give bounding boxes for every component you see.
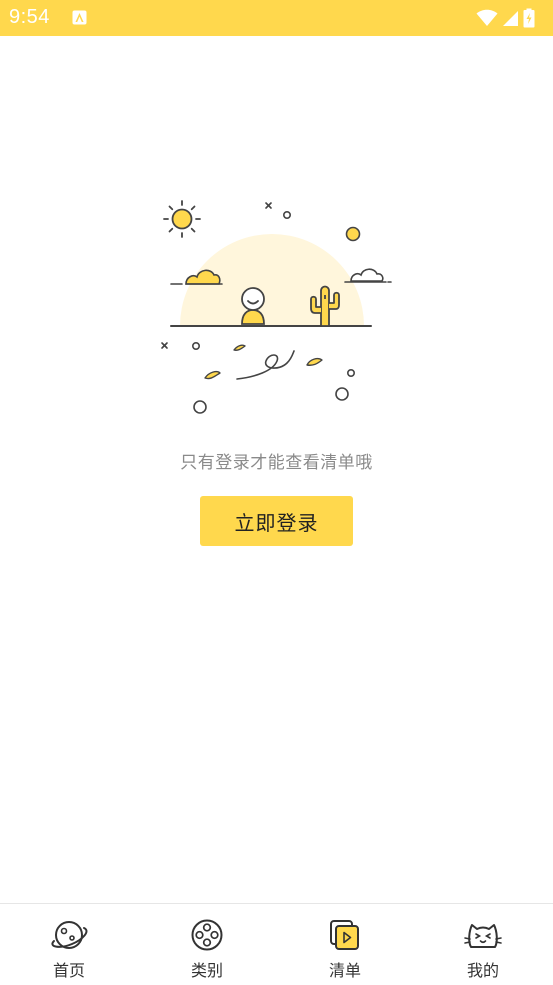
status-icons [476, 8, 535, 28]
leaves [204, 344, 323, 380]
film-reel-icon [191, 919, 223, 951]
tab-label: 类别 [190, 961, 223, 980]
tab-label: 我的 [466, 961, 499, 980]
tab-category[interactable]: 类别 [138, 904, 276, 984]
playlist-icon [330, 920, 359, 950]
tab-label: 清单 [328, 961, 361, 980]
tab-mine[interactable]: 我的 [414, 904, 552, 984]
signal-icon [503, 11, 518, 26]
planet-icon [51, 921, 88, 949]
sun-icon [163, 200, 201, 238]
person-figure [241, 287, 265, 325]
tab-home[interactable]: 首页 [0, 904, 138, 984]
status-bar: 9:54 [0, 0, 553, 36]
login-button[interactable]: 立即登录 [200, 496, 353, 546]
login-required-message: 只有登录才能查看清单哦 [180, 453, 373, 473]
tab-playlist[interactable]: 清单 [276, 904, 414, 984]
battery-charging-icon [523, 8, 535, 28]
tab-label: 首页 [52, 961, 85, 980]
notification-a-icon [72, 10, 87, 25]
cat-face-icon [464, 924, 502, 948]
wifi-icon [476, 9, 498, 26]
empty-desert-illustration [161, 200, 392, 414]
wind-swirl [236, 350, 295, 380]
cloud-icon [344, 268, 392, 283]
status-time: 9:54 [9, 6, 50, 28]
bottom-tab-bar: 首页 类别 清单 我的 [0, 903, 553, 985]
